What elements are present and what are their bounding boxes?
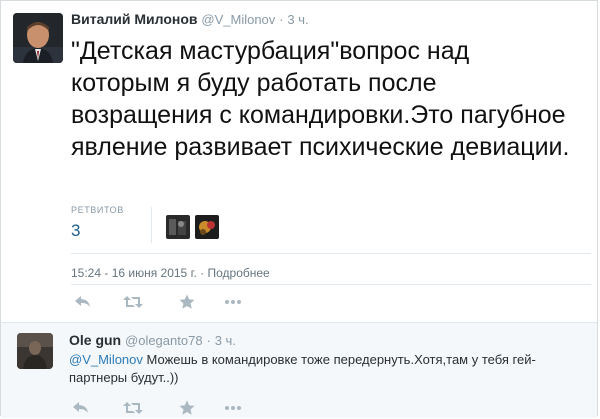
retweeter-avatar[interactable] — [166, 215, 190, 239]
reply-text: @V_Milonov Можешь в командировке тоже пе… — [69, 351, 569, 387]
favorite-button[interactable] — [175, 291, 199, 313]
reply-author-username[interactable]: @oleganto78 — [125, 333, 203, 348]
tweet-text: "Детская мастурбация"вопрос над которым … — [71, 37, 570, 161]
retweet-icon — [123, 296, 143, 308]
reply-header: Ole gun @oleganto78 · 3 ч. — [69, 332, 236, 348]
reply-tweet: Ole gun @oleganto78 · 3 ч. @V_Milonov Мо… — [1, 322, 597, 418]
reply-icon — [73, 402, 88, 413]
separator-dot: · — [279, 12, 284, 27]
favorite-button[interactable] — [175, 397, 199, 419]
favorite-icon — [179, 294, 195, 309]
retweets-count[interactable]: 3 — [71, 221, 80, 241]
more-button[interactable] — [221, 397, 245, 419]
author-avatar[interactable] — [13, 13, 63, 63]
divider — [71, 284, 591, 285]
more-icon — [225, 406, 241, 410]
separator-dot: · — [206, 333, 211, 348]
reply-button[interactable] — [69, 397, 93, 419]
tweet-time[interactable]: 3 ч. — [287, 12, 308, 27]
retweet-icon — [123, 402, 143, 414]
retweet-button[interactable] — [121, 397, 145, 419]
reply-icon — [75, 296, 90, 307]
tweet-header: Виталий Милонов @V_Milonov · 3 ч. — [71, 11, 309, 27]
more-button[interactable] — [221, 291, 245, 313]
more-icon — [225, 300, 241, 304]
author-username[interactable]: @V_Milonov — [201, 12, 275, 27]
reply-author-avatar[interactable] — [17, 333, 53, 369]
stats-divider — [151, 207, 152, 243]
retweets-label: РЕТВИТОВ — [71, 205, 124, 215]
tweet-timestamp[interactable]: 15:24 - 16 июня 2015 г. — [71, 266, 197, 280]
divider — [71, 253, 591, 254]
details-link[interactable]: Подробнее — [208, 266, 270, 280]
mention-link[interactable]: @V_Milonov — [69, 352, 143, 367]
reply-author-fullname[interactable]: Ole gun — [69, 332, 121, 348]
reply-button[interactable] — [71, 291, 95, 313]
retweet-button[interactable] — [121, 291, 145, 313]
separator-dot: · — [200, 266, 205, 280]
main-tweet: Виталий Милонов @V_Milonov · 3 ч. "Детск… — [1, 1, 597, 321]
retweeter-avatar[interactable] — [195, 215, 219, 239]
author-fullname[interactable]: Виталий Милонов — [71, 11, 198, 27]
tweet-card: Виталий Милонов @V_Milonov · 3 ч. "Детск… — [0, 0, 598, 418]
favorite-icon — [179, 400, 195, 415]
tweet-datetime: 15:24 - 16 июня 2015 г. · Подробнее — [71, 266, 270, 280]
reply-time[interactable]: 3 ч. — [215, 333, 236, 348]
